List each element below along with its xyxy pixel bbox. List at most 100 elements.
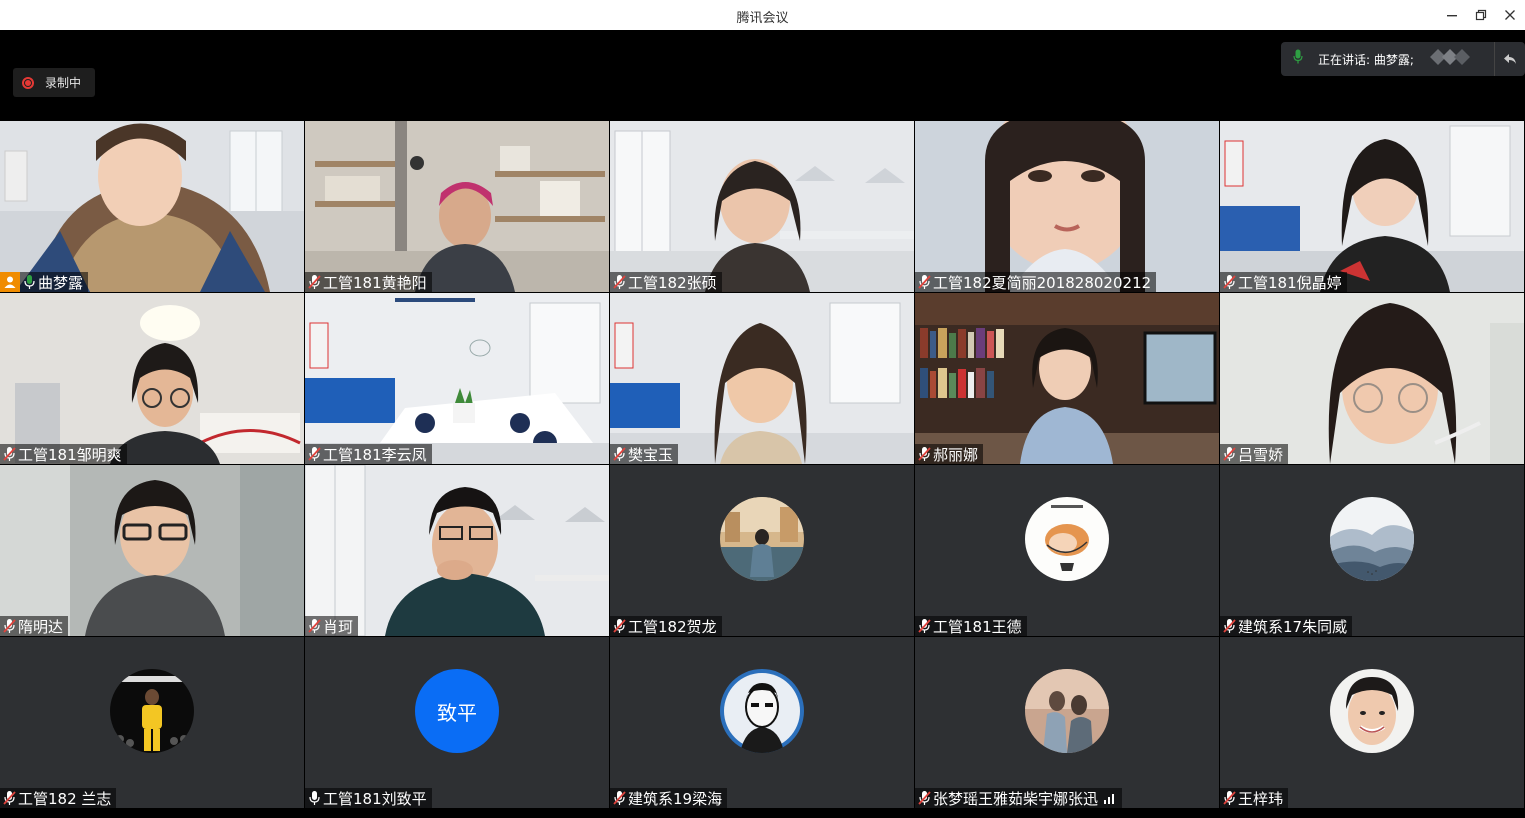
participant-name-tag: 建筑系17朱同威 bbox=[1220, 616, 1353, 636]
muted-mic-icon bbox=[1223, 791, 1236, 805]
participant-tile[interactable]: 工管181王德 bbox=[915, 465, 1219, 636]
participant-tile[interactable]: 工管181邹明爽 bbox=[0, 293, 304, 464]
participant-name-tag: 工管181邹明爽 bbox=[0, 444, 127, 464]
muted-mic-icon bbox=[3, 447, 16, 461]
participant-tile[interactable]: 工管182 兰志 bbox=[0, 637, 304, 808]
recording-label: 录制中 bbox=[45, 76, 82, 90]
host-icon bbox=[0, 272, 20, 292]
microphone-icon bbox=[24, 275, 35, 289]
muted-mic-icon bbox=[3, 619, 16, 633]
participant-tile[interactable]: 建筑系17朱同威 bbox=[1220, 465, 1524, 636]
participant-name: 工管181邹明爽 bbox=[18, 445, 122, 464]
collapse-icon[interactable] bbox=[1494, 42, 1525, 76]
participant-tile[interactable]: 郝丽娜 bbox=[915, 293, 1219, 464]
participant-tile[interactable]: 工管181李云凤 bbox=[305, 293, 609, 464]
avatar: 致平 bbox=[415, 669, 499, 753]
participant-tile[interactable]: 隋明达 bbox=[0, 465, 304, 636]
video-feed bbox=[0, 465, 304, 636]
signal-strength-icon bbox=[1104, 794, 1115, 804]
participant-name-tag: 工管182贺龙 bbox=[610, 616, 722, 636]
participant-tile[interactable]: 樊宝玉 bbox=[610, 293, 914, 464]
avatar bbox=[110, 669, 194, 753]
participant-name: 工管182张硕 bbox=[628, 273, 717, 292]
participant-name: 工管181倪晶婷 bbox=[1238, 273, 1342, 292]
recording-indicator[interactable]: 录制中 bbox=[13, 68, 95, 97]
participant-name-tag: 工管181刘致平 bbox=[305, 788, 432, 808]
participant-tile[interactable]: 致平 工管181刘致平 bbox=[305, 637, 609, 808]
video-feed bbox=[1220, 293, 1524, 464]
record-icon bbox=[22, 76, 34, 89]
minimize-button[interactable] bbox=[1437, 4, 1467, 26]
participant-tile[interactable]: 张梦瑶王雅茹柴宇娜张迅 bbox=[915, 637, 1219, 808]
participant-name-tag: 郝丽娜 bbox=[915, 444, 984, 464]
blurred-avatars bbox=[1428, 47, 1476, 71]
video-feed bbox=[610, 121, 914, 292]
avatar bbox=[1025, 669, 1109, 753]
participant-tile[interactable]: 吕雪娇 bbox=[1220, 293, 1524, 464]
video-feed bbox=[1220, 121, 1524, 292]
participant-name: 王梓玮 bbox=[1238, 789, 1284, 808]
participant-tile[interactable]: 工管182张硕 bbox=[610, 121, 914, 292]
participant-tile[interactable]: 肖珂 bbox=[305, 465, 609, 636]
muted-mic-icon bbox=[613, 275, 626, 289]
muted-mic-icon bbox=[1223, 275, 1236, 289]
participant-name-tag: 工管181黄艳阳 bbox=[305, 272, 432, 292]
avatar bbox=[1025, 497, 1109, 581]
muted-mic-icon bbox=[918, 447, 931, 461]
participant-tile[interactable]: 王梓玮 bbox=[1220, 637, 1524, 808]
microphone-icon bbox=[309, 791, 320, 805]
participant-name: 隋明达 bbox=[18, 617, 64, 636]
participant-name-tag: 工管181倪晶婷 bbox=[1220, 272, 1347, 292]
video-feed bbox=[915, 293, 1219, 464]
participant-name: 工管181王德 bbox=[933, 617, 1022, 636]
participant-tile[interactable]: 工管182夏简丽201828020212 bbox=[915, 121, 1219, 292]
participant-name-tag: 王梓玮 bbox=[1220, 788, 1289, 808]
speaking-text: 正在讲话: 曲梦露; bbox=[1318, 52, 1414, 67]
muted-mic-icon bbox=[1223, 619, 1236, 633]
avatar bbox=[1330, 669, 1414, 753]
participant-tile[interactable]: 工管182贺龙 bbox=[610, 465, 914, 636]
participant-tile[interactable]: 建筑系19梁海 bbox=[610, 637, 914, 808]
participant-name: 工管181刘致平 bbox=[323, 789, 427, 808]
video-feed bbox=[0, 293, 304, 464]
participant-name: 工管182贺龙 bbox=[628, 617, 717, 636]
speaking-panel: 正在讲话: 曲梦露; bbox=[1281, 42, 1525, 76]
participant-name: 建筑系19梁海 bbox=[628, 789, 723, 808]
muted-mic-icon bbox=[613, 791, 626, 805]
participant-name-tag: 工管181王德 bbox=[915, 616, 1027, 636]
participant-name: 工管181李云凤 bbox=[323, 445, 427, 464]
bottom-bar bbox=[0, 808, 1525, 818]
video-feed bbox=[0, 121, 304, 292]
muted-mic-icon bbox=[308, 447, 321, 461]
participant-name-tag: 吕雪娇 bbox=[1220, 444, 1289, 464]
muted-mic-icon bbox=[613, 447, 626, 461]
video-feed bbox=[915, 121, 1219, 292]
muted-mic-icon bbox=[1223, 447, 1236, 461]
muted-mic-icon bbox=[918, 791, 931, 805]
restore-button[interactable] bbox=[1466, 4, 1496, 26]
microphone-icon bbox=[1293, 49, 1303, 69]
video-feed bbox=[305, 293, 609, 464]
participant-name: 工管182夏简丽201828020212 bbox=[933, 273, 1152, 292]
muted-mic-icon bbox=[308, 619, 321, 633]
participant-grid: 曲梦露 工管181黄艳阳 工管182张硕 工管182夏简丽20182802021… bbox=[0, 121, 1525, 808]
participant-tile[interactable]: 工管181倪晶婷 bbox=[1220, 121, 1524, 292]
avatar bbox=[720, 497, 804, 581]
participant-name-tag: 工管182张硕 bbox=[610, 272, 722, 292]
participant-name: 张梦瑶王雅茹柴宇娜张迅 bbox=[933, 789, 1099, 808]
avatar bbox=[1330, 497, 1414, 581]
participant-name-tag: 工管181李云凤 bbox=[305, 444, 432, 464]
participant-tile[interactable]: 工管181黄艳阳 bbox=[305, 121, 609, 292]
participant-name: 曲梦露 bbox=[38, 273, 84, 292]
participant-name-tag: 张梦瑶王雅茹柴宇娜张迅 bbox=[915, 788, 1123, 808]
participant-name: 郝丽娜 bbox=[933, 445, 979, 464]
participant-name-tag: 隋明达 bbox=[0, 616, 69, 636]
close-button[interactable] bbox=[1495, 4, 1525, 26]
participant-name-tag: 肖珂 bbox=[305, 616, 359, 636]
participant-name: 工管181黄艳阳 bbox=[323, 273, 427, 292]
avatar bbox=[720, 669, 804, 753]
title-bar: 腾讯会议 bbox=[0, 0, 1525, 30]
video-feed bbox=[610, 293, 914, 464]
participant-tile[interactable]: 曲梦露 bbox=[0, 121, 304, 292]
muted-mic-icon bbox=[613, 619, 626, 633]
